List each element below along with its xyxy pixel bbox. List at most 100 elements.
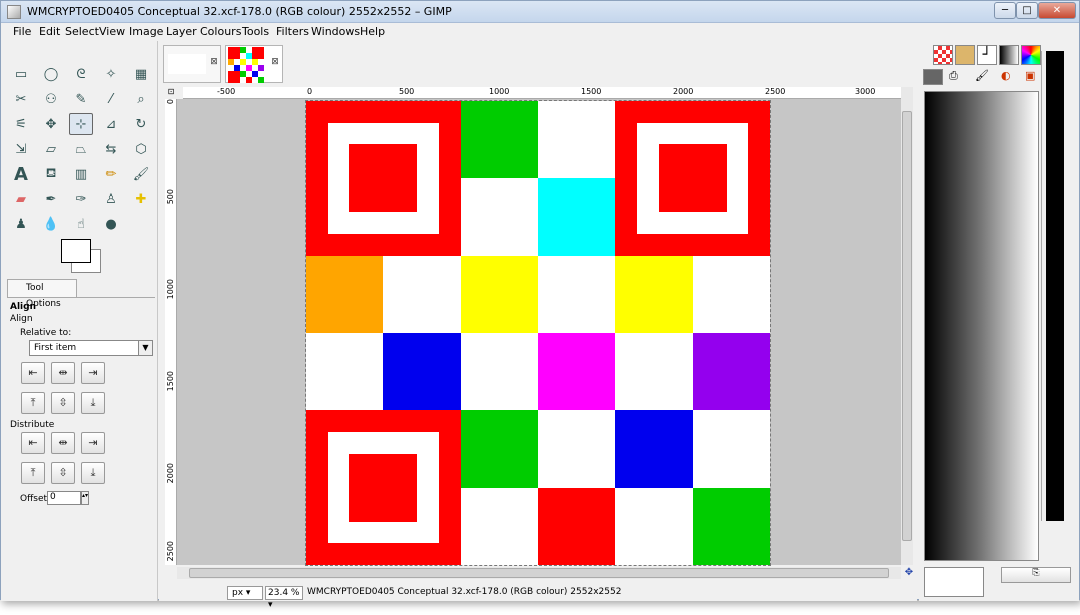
menu-image[interactable]: Image bbox=[129, 25, 163, 38]
grid-cell bbox=[692, 333, 771, 411]
close-button[interactable]: ✕ bbox=[1038, 2, 1076, 19]
zoom-select[interactable]: 23.4 % ▾ bbox=[265, 586, 303, 610]
scissors-icon[interactable]: ✂ bbox=[9, 88, 33, 110]
paths-icon[interactable]: ✎ bbox=[69, 88, 93, 110]
zoom-icon[interactable]: ⌕ bbox=[129, 88, 153, 110]
flip-icon[interactable]: ⇆ bbox=[99, 138, 123, 160]
horizontal-scrollbar[interactable] bbox=[177, 567, 901, 579]
navigate-icon[interactable]: ✥ bbox=[903, 567, 915, 579]
gradient-preview[interactable] bbox=[924, 91, 1039, 561]
quick-mask-corner-icon[interactable]: ⊡ bbox=[165, 87, 177, 99]
rect-select-icon[interactable]: ▭ bbox=[9, 63, 33, 85]
gimp-wilber-icon[interactable] bbox=[923, 69, 943, 85]
brush-icon[interactable]: 🖌 bbox=[975, 69, 991, 85]
bucket-fill-icon[interactable]: ⛾ bbox=[39, 163, 63, 185]
crop-icon[interactable]: ⊿ bbox=[99, 113, 123, 135]
tab-tool-options[interactable]: Tool Options bbox=[7, 279, 77, 309]
distribute-center-button[interactable]: ⇹ bbox=[51, 432, 75, 454]
fuzzy-select-icon[interactable]: ✧ bbox=[99, 63, 123, 85]
pattern-icon[interactable]: ▣ bbox=[1025, 69, 1041, 85]
menu-filters[interactable]: Filters bbox=[276, 25, 309, 38]
relative-to-select[interactable]: First item ▼ bbox=[29, 340, 153, 356]
distribute-bottom-button[interactable]: ⤓ bbox=[81, 462, 105, 484]
menu-layer[interactable]: Layer bbox=[166, 25, 197, 38]
blur-icon[interactable]: 💧 bbox=[39, 213, 63, 235]
perspective-clone-icon[interactable]: ♟ bbox=[9, 213, 33, 235]
cage-transform-icon[interactable]: ⬡ bbox=[129, 138, 153, 160]
image-tab-2[interactable]: ⊠ bbox=[225, 45, 283, 83]
dock-edit-button[interactable]: ⎘ bbox=[1001, 567, 1071, 583]
measure-icon[interactable]: ⚟ bbox=[9, 113, 33, 135]
airbrush-icon[interactable]: ✒ bbox=[39, 188, 63, 210]
menu-tools[interactable]: Tools bbox=[242, 25, 269, 38]
menu-view[interactable]: View bbox=[99, 25, 125, 38]
distribute-right-button[interactable]: ⇥ bbox=[81, 432, 105, 454]
close-tab-icon[interactable]: ⊠ bbox=[270, 58, 280, 68]
pencil-icon[interactable]: ✏ bbox=[99, 163, 123, 185]
maximize-button[interactable]: □ bbox=[1016, 2, 1038, 19]
ruler-tick: -500 bbox=[217, 87, 236, 96]
menu-edit[interactable]: Edit bbox=[39, 25, 60, 38]
patterns-tab-icon[interactable] bbox=[933, 45, 953, 65]
align-left-button[interactable]: ⇤ bbox=[21, 362, 45, 384]
foreground-color-swatch[interactable] bbox=[61, 239, 91, 263]
palette-icon[interactable]: ◐ bbox=[1001, 69, 1017, 85]
image-window: ⊠ ⊠ ⊡ -500 0 500 1000 1500 2000 2500 300… bbox=[159, 41, 917, 610]
relative-to-label: Relative to: bbox=[20, 328, 72, 338]
finder-pattern bbox=[306, 101, 461, 256]
menu-file[interactable]: File bbox=[13, 25, 31, 38]
foreground-select-icon[interactable]: ⚇ bbox=[39, 88, 63, 110]
gradients-tab-icon[interactable] bbox=[999, 45, 1019, 65]
align-icon[interactable]: ⊹ bbox=[69, 113, 93, 135]
distribute-top-button[interactable]: ⤒ bbox=[21, 462, 45, 484]
perspective-icon[interactable]: ⏢ bbox=[69, 138, 93, 160]
brushes-tab-icon[interactable] bbox=[955, 45, 975, 65]
image-canvas[interactable] bbox=[305, 100, 771, 566]
free-select-icon[interactable]: ᘓ bbox=[69, 63, 93, 85]
paintbrush-icon[interactable]: 🖌 bbox=[129, 163, 153, 185]
smudge-icon[interactable]: ☝ bbox=[69, 213, 93, 235]
canvas-viewport[interactable] bbox=[177, 99, 901, 566]
align-bottom-button[interactable]: ⤓ bbox=[81, 392, 105, 414]
image-tab-1[interactable]: ⊠ bbox=[163, 45, 221, 83]
dock-thumbnail[interactable] bbox=[924, 567, 984, 597]
distribute-middle-button[interactable]: ⇳ bbox=[51, 462, 75, 484]
minimize-button[interactable]: ─ bbox=[994, 2, 1016, 19]
ellipse-select-icon[interactable]: ◯ bbox=[39, 63, 63, 85]
menu-colours[interactable]: Colours bbox=[200, 25, 241, 38]
menu-help[interactable]: Help bbox=[360, 25, 385, 38]
offset-spin-icon[interactable]: ▴▾ bbox=[81, 491, 89, 505]
horizontal-scroll-thumb[interactable] bbox=[189, 568, 889, 578]
distribute-left-button[interactable]: ⇤ bbox=[21, 432, 45, 454]
color-picker-icon[interactable]: ⁄ bbox=[99, 88, 123, 110]
vertical-scroll-thumb[interactable] bbox=[902, 111, 912, 541]
dodge-burn-icon[interactable]: ● bbox=[99, 213, 123, 235]
rotate-icon[interactable]: ↻ bbox=[129, 113, 153, 135]
scale-icon[interactable]: ⇲ bbox=[9, 138, 33, 160]
text-tool-icon[interactable]: A bbox=[9, 163, 33, 185]
unit-select[interactable]: px ▾ bbox=[227, 586, 263, 600]
grid-cell bbox=[460, 101, 539, 179]
fg-bg-colors[interactable] bbox=[59, 239, 104, 275]
eraser-icon[interactable]: ▰ bbox=[9, 188, 33, 210]
heal-icon[interactable]: ✚ bbox=[129, 188, 153, 210]
clone-icon[interactable]: ♙ bbox=[99, 188, 123, 210]
select-by-color-icon[interactable]: ▦ bbox=[129, 63, 153, 85]
align-right-button[interactable]: ⇥ bbox=[81, 362, 105, 384]
menu-windows[interactable]: Windows bbox=[311, 25, 360, 38]
close-tab-icon[interactable]: ⊠ bbox=[209, 58, 219, 68]
fonts-tab-icon[interactable]: ┘ bbox=[977, 45, 997, 65]
printer-icon[interactable]: ⎙ bbox=[949, 69, 965, 85]
finder-pattern bbox=[615, 101, 770, 256]
palettes-tab-icon[interactable] bbox=[1021, 45, 1041, 65]
shear-icon[interactable]: ▱ bbox=[39, 138, 63, 160]
ink-icon[interactable]: ✑ bbox=[69, 188, 93, 210]
align-middle-button[interactable]: ⇳ bbox=[51, 392, 75, 414]
offset-input[interactable]: 0 bbox=[47, 491, 81, 505]
menu-select[interactable]: Select bbox=[65, 25, 99, 38]
move-icon[interactable]: ✥ bbox=[39, 113, 63, 135]
blend-icon[interactable]: ▥ bbox=[69, 163, 93, 185]
align-center-button[interactable]: ⇹ bbox=[51, 362, 75, 384]
vertical-scrollbar[interactable] bbox=[901, 87, 913, 565]
align-top-button[interactable]: ⤒ bbox=[21, 392, 45, 414]
